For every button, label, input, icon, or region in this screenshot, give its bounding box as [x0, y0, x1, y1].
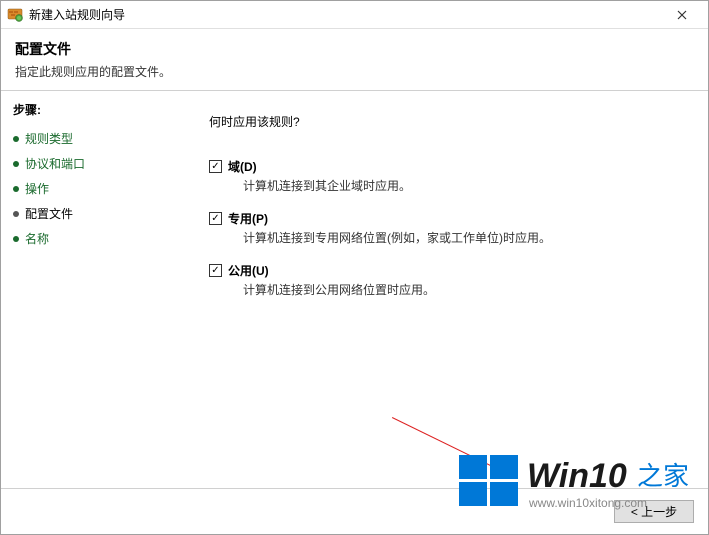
checkbox-description: 计算机连接到专用网络位置(例如，家或工作单位)时应用。 — [243, 229, 680, 246]
option-private: ✓ 专用(P) 计算机连接到专用网络位置(例如，家或工作单位)时应用。 — [209, 210, 680, 246]
step-label: 规则类型 — [25, 130, 73, 147]
step-action[interactable]: 操作 — [13, 176, 169, 201]
steps-sidebar: 步骤: 规则类型 协议和端口 操作 配置文件 名称 — [1, 91, 181, 488]
window-title: 新建入站规则向导 — [29, 6, 662, 23]
checkbox-description: 计算机连接到公用网络位置时应用。 — [243, 281, 680, 298]
wizard-body: 步骤: 规则类型 协议和端口 操作 配置文件 名称 何时 — [1, 91, 708, 488]
checkbox-private[interactable]: ✓ — [209, 212, 222, 225]
step-label: 名称 — [25, 230, 49, 247]
step-profile[interactable]: 配置文件 — [13, 201, 169, 226]
steps-heading: 步骤: — [13, 101, 169, 118]
step-protocol-ports[interactable]: 协议和端口 — [13, 151, 169, 176]
close-button[interactable] — [662, 2, 702, 28]
step-name[interactable]: 名称 — [13, 226, 169, 251]
wizard-window: 新建入站规则向导 配置文件 指定此规则应用的配置文件。 步骤: 规则类型 协议和… — [0, 0, 709, 535]
step-label: 操作 — [25, 180, 49, 197]
bullet-icon — [13, 161, 19, 167]
step-label: 配置文件 — [25, 205, 73, 222]
page-title: 配置文件 — [15, 39, 694, 59]
checkbox-description: 计算机连接到其企业域时应用。 — [243, 177, 680, 194]
option-public: ✓ 公用(U) 计算机连接到公用网络位置时应用。 — [209, 262, 680, 298]
question-text: 何时应用该规则? — [209, 113, 680, 130]
page-description: 指定此规则应用的配置文件。 — [15, 63, 694, 80]
bullet-icon — [13, 136, 19, 142]
wizard-footer: < 上一步 — [1, 488, 708, 534]
step-rule-type[interactable]: 规则类型 — [13, 126, 169, 151]
back-button[interactable]: < 上一步 — [614, 500, 694, 523]
checkbox-label: 专用(P) — [228, 210, 268, 227]
checkbox-label: 公用(U) — [228, 262, 269, 279]
checkbox-label: 域(D) — [228, 158, 257, 175]
bullet-icon — [13, 236, 19, 242]
wizard-header: 配置文件 指定此规则应用的配置文件。 — [1, 29, 708, 91]
option-domain: ✓ 域(D) 计算机连接到其企业域时应用。 — [209, 158, 680, 194]
bullet-icon — [13, 186, 19, 192]
checkbox-public[interactable]: ✓ — [209, 264, 222, 277]
step-label: 协议和端口 — [25, 155, 85, 172]
checkbox-domain[interactable]: ✓ — [209, 160, 222, 173]
content-panel: 何时应用该规则? ✓ 域(D) 计算机连接到其企业域时应用。 ✓ 专用(P) 计… — [181, 91, 708, 488]
titlebar: 新建入站规则向导 — [1, 1, 708, 29]
firewall-icon — [7, 7, 23, 23]
bullet-icon — [13, 211, 19, 217]
